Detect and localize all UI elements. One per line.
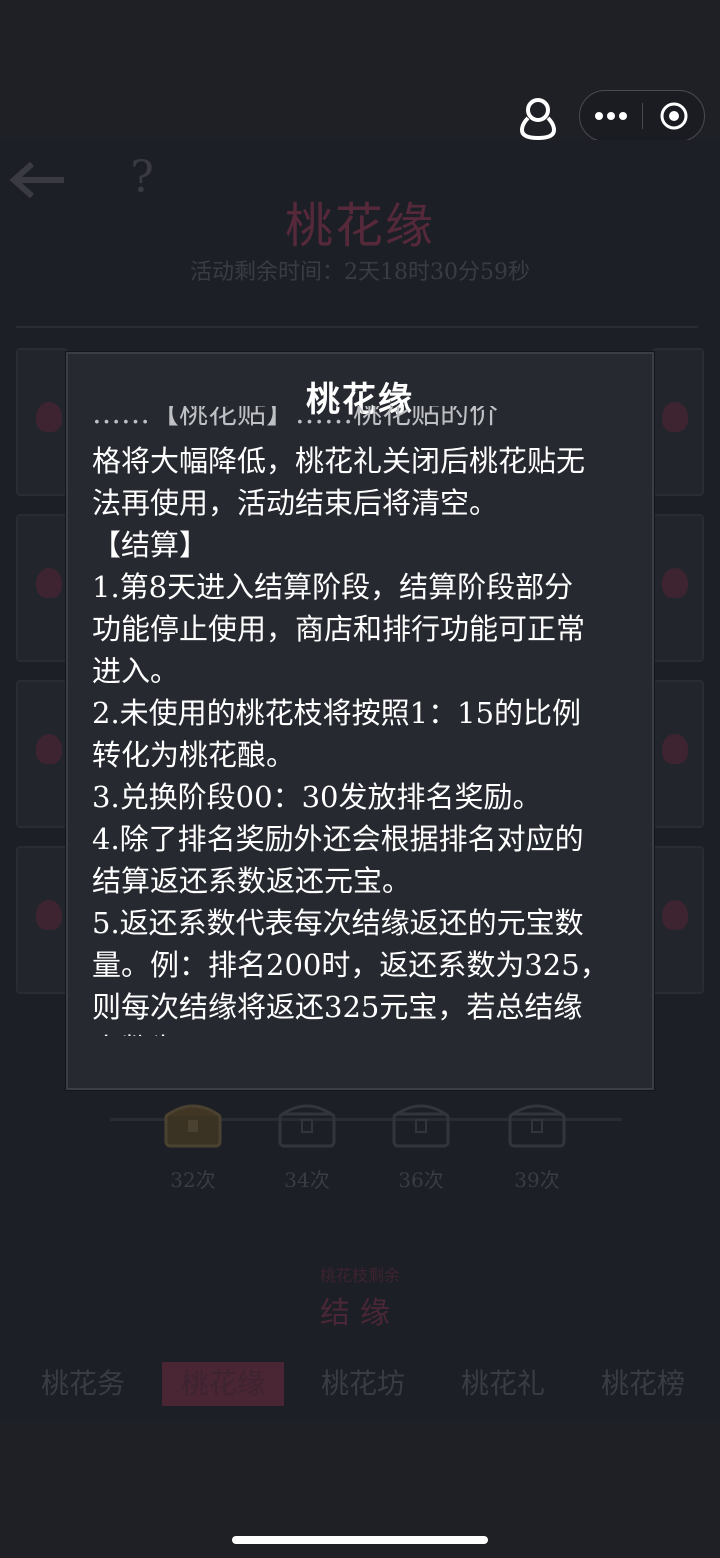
card-left-1	[16, 348, 68, 496]
more-button[interactable]	[580, 91, 642, 141]
divider	[16, 326, 698, 328]
modal-line: 格将大幅降低，桃花礼关闭后桃花贴无	[92, 444, 586, 478]
card-left-3	[16, 680, 68, 828]
modal-line: 4.除了排名奖励外还会根据排名对应的	[92, 822, 584, 856]
game-title: 桃花缘	[284, 198, 435, 254]
modal-line: 法再使用，活动结束后将清空。	[92, 486, 499, 520]
user-pin-icon[interactable]	[512, 92, 564, 144]
modal-line: 则每次结缘将返还325元宝，若总结缘	[92, 990, 583, 1024]
modal-line: 次数为……	[92, 1028, 237, 1036]
card-right-1	[652, 348, 704, 496]
modal-line: 量。例：排名200时，返还系数为325，	[92, 948, 609, 982]
rules-modal: 桃花缘 ……【桃花贴】……桃花贴的价 格将大幅降低，桃花礼关闭后桃花贴无 法再使…	[66, 352, 654, 1090]
treasure-chest-icon[interactable]	[158, 1092, 228, 1152]
branch-remaining-label: 桃花枝剩余	[319, 1266, 400, 1285]
treasure-chest-icon[interactable]	[272, 1092, 342, 1152]
treasure-chest-icon[interactable]	[502, 1092, 572, 1152]
modal-line: 5.返还系数代表每次结缘返还的元宝数	[92, 906, 584, 940]
chest-label: 39次	[514, 1168, 560, 1192]
card-left-4	[16, 846, 68, 994]
card-right-3	[652, 680, 704, 828]
treasure-chest-icon[interactable]	[386, 1092, 456, 1152]
modal-line: ……【桃花贴】……桃花贴的价	[92, 406, 499, 430]
chest-label: 32次	[170, 1168, 216, 1192]
card-left-2	[16, 514, 68, 662]
modal-scroll-area[interactable]: ……【桃花贴】……桃花贴的价 格将大幅降低，桃花礼关闭后桃花贴无 法再使用，活动…	[92, 406, 640, 1036]
modal-line: 3.兑换阶段00：30发放排名奖励。	[92, 780, 542, 814]
card-right-2	[652, 514, 704, 662]
modal-line: 进入。	[92, 654, 180, 688]
modal-line: 功能停止使用，商店和排行功能可正常	[92, 612, 586, 646]
tab-taohuawu[interactable]: 桃花务	[22, 1362, 144, 1406]
event-timer: 活动剩余时间：2天18时30分59秒	[190, 260, 530, 285]
modal-line: 【结算】	[92, 528, 209, 562]
modal-line: 转化为桃花酿。	[92, 738, 296, 772]
chest-label: 34次	[284, 1168, 330, 1192]
tab-taohuali[interactable]: 桃花礼	[442, 1362, 564, 1406]
modal-line: 2.未使用的桃花枝将按照1：15的比例	[92, 696, 582, 730]
tab-taohuafang[interactable]: 桃花坊	[302, 1362, 424, 1406]
modal-line: 结算返还系数返还元宝。	[92, 864, 412, 898]
chest-label: 36次	[398, 1168, 444, 1192]
tab-bar: 桃花务 桃花缘 桃花坊 桃花礼 桃花榜	[0, 1356, 720, 1418]
more-dots-icon	[595, 112, 627, 120]
tab-taohuabang[interactable]: 桃花榜	[582, 1362, 704, 1406]
home-indicator[interactable]	[232, 1536, 488, 1544]
tab-taohuayuan[interactable]: 桃花缘	[162, 1362, 284, 1406]
miniprogram-capsule	[579, 90, 705, 142]
card-right-4	[652, 846, 704, 994]
close-miniprogram-button[interactable]	[643, 91, 705, 141]
target-circle-icon	[660, 102, 688, 130]
jieyuan-button[interactable]: 结缘	[0, 1288, 720, 1332]
modal-line: 1.第8天进入结算阶段，结算阶段部分	[92, 570, 574, 604]
